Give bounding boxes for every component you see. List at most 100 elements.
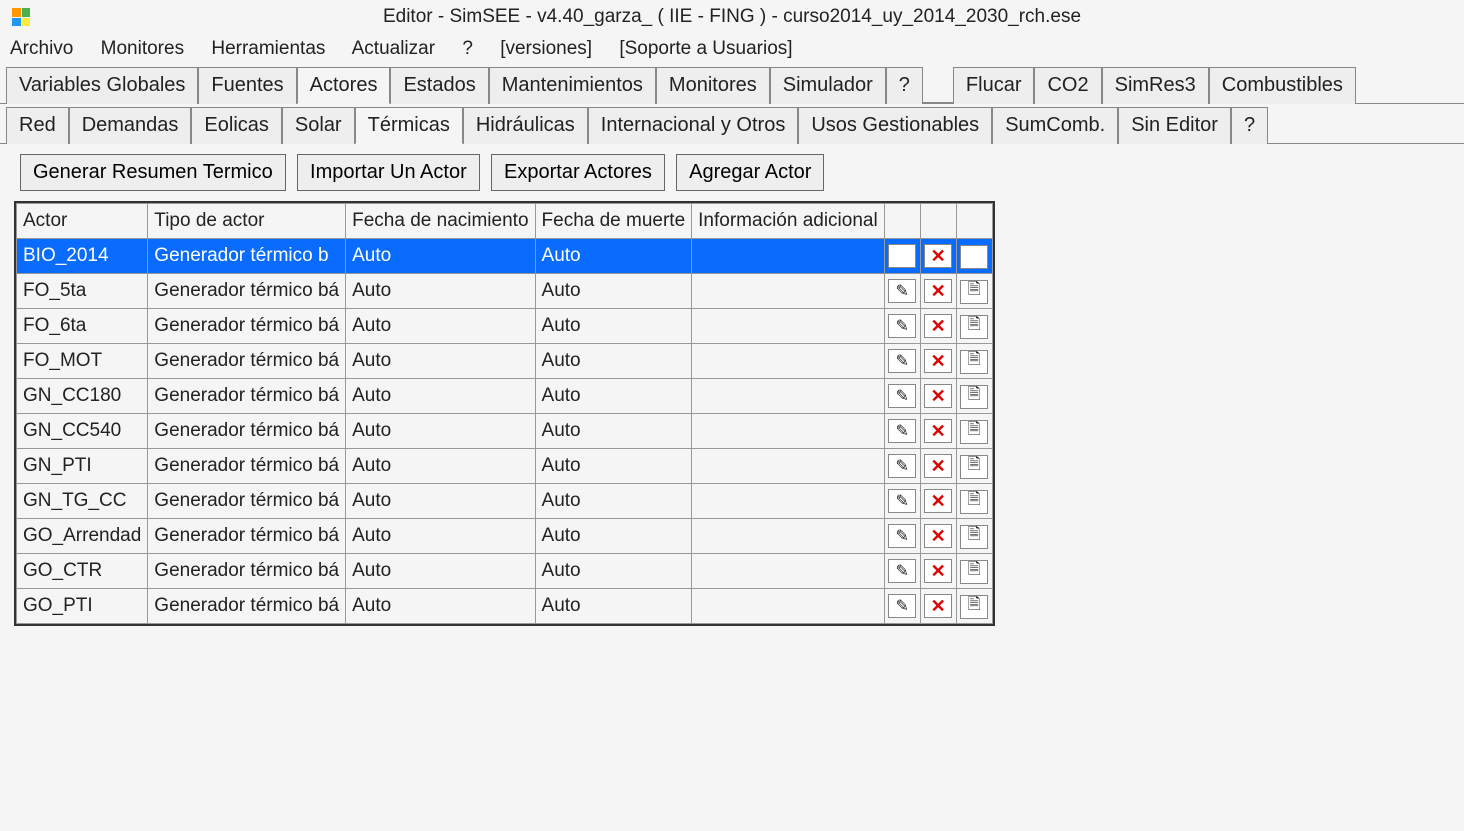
delete-icon[interactable]: ✕ — [924, 349, 952, 373]
subtab-sumcomb[interactable]: SumComb. — [992, 107, 1118, 144]
cell-tipo: Generador térmico bá — [148, 589, 346, 624]
delete-icon[interactable]: ✕ — [924, 244, 952, 268]
menu-herramientas[interactable]: Herramientas — [211, 38, 325, 59]
edit-icon[interactable]: ✎ — [888, 349, 916, 373]
menu-soporte[interactable]: [Soporte a Usuarios] — [619, 38, 792, 59]
copy-icon[interactable]: 🗎 — [960, 245, 988, 269]
col-actor[interactable]: Actor — [17, 204, 148, 239]
delete-icon[interactable]: ✕ — [924, 384, 952, 408]
subtab-red[interactable]: Red — [6, 107, 69, 144]
table-row[interactable]: FO_MOTGenerador térmico báAutoAuto✎✕🗎 — [17, 344, 993, 379]
delete-icon[interactable]: ✕ — [924, 489, 952, 513]
table-row[interactable]: GO_CTRGenerador térmico báAutoAuto✎✕🗎 — [17, 554, 993, 589]
col-fecha-muerte[interactable]: Fecha de muerte — [535, 204, 692, 239]
menubar: Archivo Monitores Herramientas Actualiza… — [0, 34, 1464, 64]
menu-monitores[interactable]: Monitores — [101, 38, 184, 59]
edit-icon[interactable]: ✎ — [888, 559, 916, 583]
col-tipo[interactable]: Tipo de actor — [148, 204, 346, 239]
cell-actor: GO_Arrendad — [17, 519, 148, 554]
table-row[interactable]: GN_PTIGenerador térmico báAutoAuto✎✕🗎 — [17, 449, 993, 484]
cell-fecha-muerte: Auto — [535, 589, 692, 624]
subtab-termicas[interactable]: Térmicas — [355, 107, 463, 144]
cell-fecha-muerte: Auto — [535, 274, 692, 309]
table-row[interactable]: GN_TG_CCGenerador térmico báAutoAuto✎✕🗎 — [17, 484, 993, 519]
table-row[interactable]: GN_CC180Generador térmico báAutoAuto✎✕🗎 — [17, 379, 993, 414]
subtab-eolicas[interactable]: Eolicas — [191, 107, 281, 144]
cell-info — [692, 239, 885, 274]
menu-archivo[interactable]: Archivo — [10, 38, 73, 59]
copy-icon[interactable]: 🗎 — [960, 280, 988, 304]
table-row[interactable]: FO_6taGenerador térmico báAutoAuto✎✕🗎 — [17, 309, 993, 344]
tab-combustibles[interactable]: Combustibles — [1209, 67, 1356, 104]
cell-actor: FO_5ta — [17, 274, 148, 309]
cell-fecha-nacimiento: Auto — [346, 484, 535, 519]
copy-icon[interactable]: 🗎 — [960, 525, 988, 549]
subtab-internacional[interactable]: Internacional y Otros — [588, 107, 799, 144]
delete-icon[interactable]: ✕ — [924, 454, 952, 478]
tab-actores[interactable]: Actores — [297, 67, 391, 104]
cell-actor: GN_TG_CC — [17, 484, 148, 519]
tabs-main: Variables Globales Fuentes Actores Estad… — [0, 64, 1464, 104]
edit-icon[interactable]: ✎ — [888, 489, 916, 513]
copy-icon[interactable]: 🗎 — [960, 385, 988, 409]
copy-icon[interactable]: 🗎 — [960, 595, 988, 619]
tab-help1[interactable]: ? — [886, 67, 923, 104]
tab-simulador[interactable]: Simulador — [770, 67, 886, 104]
table-row[interactable]: BIO_2014Generador térmico bAutoAuto✎✕🗎 — [17, 239, 993, 274]
tab-fuentes[interactable]: Fuentes — [198, 67, 296, 104]
btn-agregar-actor[interactable]: Agregar Actor — [676, 154, 824, 191]
btn-exportar-actores[interactable]: Exportar Actores — [491, 154, 665, 191]
edit-icon[interactable]: ✎ — [888, 454, 916, 478]
delete-icon[interactable]: ✕ — [924, 594, 952, 618]
cell-fecha-muerte: Auto — [535, 484, 692, 519]
tab-co2[interactable]: CO2 — [1034, 67, 1101, 104]
delete-icon[interactable]: ✕ — [924, 524, 952, 548]
col-edit — [884, 204, 920, 239]
tab-mantenimientos[interactable]: Mantenimientos — [489, 67, 656, 104]
edit-icon[interactable]: ✎ — [888, 419, 916, 443]
delete-icon[interactable]: ✕ — [924, 314, 952, 338]
copy-icon[interactable]: 🗎 — [960, 420, 988, 444]
edit-icon[interactable]: ✎ — [888, 524, 916, 548]
cell-fecha-muerte: Auto — [535, 344, 692, 379]
copy-icon[interactable]: 🗎 — [960, 490, 988, 514]
subtab-sin-editor[interactable]: Sin Editor — [1118, 107, 1231, 144]
edit-icon[interactable]: ✎ — [888, 594, 916, 618]
tab-variables-globales[interactable]: Variables Globales — [6, 67, 198, 104]
cell-info — [692, 414, 885, 449]
menu-versiones[interactable]: [versiones] — [500, 38, 592, 59]
cell-fecha-nacimiento: Auto — [346, 239, 535, 274]
copy-icon[interactable]: 🗎 — [960, 350, 988, 374]
cell-tipo: Generador térmico bá — [148, 379, 346, 414]
copy-icon[interactable]: 🗎 — [960, 315, 988, 339]
tab-simres3[interactable]: SimRes3 — [1102, 67, 1209, 104]
copy-icon[interactable]: 🗎 — [960, 560, 988, 584]
edit-icon[interactable]: ✎ — [888, 384, 916, 408]
tab-estados[interactable]: Estados — [390, 67, 488, 104]
col-fecha-nacimiento[interactable]: Fecha de nacimiento — [346, 204, 535, 239]
delete-icon[interactable]: ✕ — [924, 279, 952, 303]
menu-help[interactable]: ? — [462, 38, 473, 59]
subtab-usos[interactable]: Usos Gestionables — [798, 107, 992, 144]
tab-flucar[interactable]: Flucar — [953, 67, 1035, 104]
edit-icon[interactable]: ✎ — [888, 314, 916, 338]
menu-actualizar[interactable]: Actualizar — [352, 38, 435, 59]
subtab-help[interactable]: ? — [1231, 107, 1268, 144]
subtab-solar[interactable]: Solar — [282, 107, 355, 144]
table-row[interactable]: FO_5taGenerador térmico báAutoAuto✎✕🗎 — [17, 274, 993, 309]
edit-icon[interactable]: ✎ — [888, 244, 916, 268]
cell-fecha-nacimiento: Auto — [346, 379, 535, 414]
edit-icon[interactable]: ✎ — [888, 279, 916, 303]
copy-icon[interactable]: 🗎 — [960, 455, 988, 479]
table-row[interactable]: GO_ArrendadGenerador térmico báAutoAuto✎… — [17, 519, 993, 554]
btn-importar-actor[interactable]: Importar Un Actor — [297, 154, 480, 191]
table-row[interactable]: GO_PTIGenerador térmico báAutoAuto✎✕🗎 — [17, 589, 993, 624]
delete-icon[interactable]: ✕ — [924, 559, 952, 583]
col-info-adicional[interactable]: Información adicional — [692, 204, 885, 239]
table-row[interactable]: GN_CC540Generador térmico báAutoAuto✎✕🗎 — [17, 414, 993, 449]
subtab-demandas[interactable]: Demandas — [69, 107, 192, 144]
tab-monitores[interactable]: Monitores — [656, 67, 770, 104]
btn-generar-resumen[interactable]: Generar Resumen Termico — [20, 154, 286, 191]
subtab-hidraulicas[interactable]: Hidráulicas — [463, 107, 588, 144]
delete-icon[interactable]: ✕ — [924, 419, 952, 443]
